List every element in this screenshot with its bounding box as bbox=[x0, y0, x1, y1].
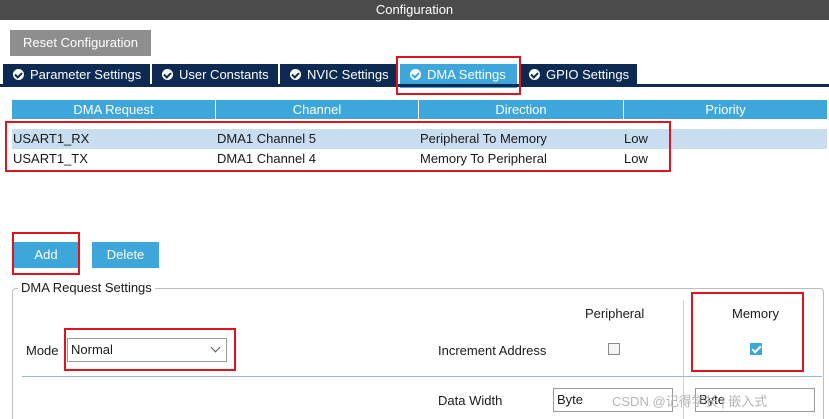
table-header: DMA Request Channel Direction Priority bbox=[12, 100, 827, 119]
check-circle-icon bbox=[162, 69, 173, 80]
table-row[interactable]: USART1_RX DMA1 Channel 5 Peripheral To M… bbox=[12, 129, 827, 149]
data-width-label: Data Width bbox=[438, 393, 503, 408]
mode-label: Mode bbox=[26, 343, 59, 358]
tab-label: NVIC Settings bbox=[307, 67, 389, 82]
check-circle-icon bbox=[529, 69, 540, 80]
check-circle-icon bbox=[290, 69, 301, 80]
memory-increment-checkbox[interactable] bbox=[750, 343, 762, 355]
check-circle-icon bbox=[13, 69, 24, 80]
tab-nvic-settings[interactable]: NVIC Settings bbox=[280, 64, 396, 86]
tab-strip-underline bbox=[0, 84, 829, 87]
table-row[interactable]: USART1_TX DMA1 Channel 4 Memory To Perip… bbox=[12, 149, 827, 169]
cell-priority: Low bbox=[624, 151, 648, 166]
settings-tabs: Parameter Settings User Constants NVIC S… bbox=[0, 64, 829, 88]
mode-select[interactable]: Normal bbox=[67, 338, 227, 362]
memory-header: Memory bbox=[732, 306, 779, 321]
cell-dma-request: USART1_RX bbox=[13, 131, 90, 146]
tab-label: User Constants bbox=[179, 67, 269, 82]
tab-user-constants[interactable]: User Constants bbox=[152, 64, 278, 86]
chevron-down-icon bbox=[210, 342, 221, 353]
tab-gpio-settings[interactable]: GPIO Settings bbox=[519, 64, 637, 86]
cell-channel: DMA1 Channel 5 bbox=[217, 131, 316, 146]
delete-button[interactable]: Delete bbox=[92, 242, 159, 268]
mode-select-value: Normal bbox=[71, 342, 113, 357]
peripheral-increment-checkbox[interactable] bbox=[608, 343, 620, 355]
column-header-dma-request[interactable]: DMA Request bbox=[12, 100, 216, 119]
settings-divider bbox=[22, 376, 822, 377]
watermark-text: CSDN @记得学长 | 嵌入式 bbox=[612, 394, 768, 409]
panel-legend: DMA Request Settings bbox=[18, 281, 155, 295]
tab-label: DMA Settings bbox=[427, 67, 506, 82]
reset-configuration-button[interactable]: Reset Configuration bbox=[10, 30, 151, 56]
tab-label: GPIO Settings bbox=[546, 67, 630, 82]
peripheral-header: Peripheral bbox=[585, 306, 645, 321]
check-circle-icon bbox=[410, 69, 421, 80]
column-header-channel[interactable]: Channel bbox=[216, 100, 419, 119]
add-button[interactable]: Add bbox=[14, 242, 78, 268]
cell-direction: Peripheral To Memory bbox=[420, 131, 547, 146]
peripheral-data-width-value: Byte bbox=[557, 392, 584, 407]
configuration-window: Configuration Reset Configuration Parame… bbox=[0, 0, 829, 419]
column-header-direction[interactable]: Direction bbox=[419, 100, 624, 119]
increment-address-label: Increment Address bbox=[438, 343, 547, 358]
cell-channel: DMA1 Channel 4 bbox=[217, 151, 316, 166]
cell-dma-request: USART1_TX bbox=[13, 151, 88, 166]
cell-priority: Low bbox=[624, 131, 648, 146]
cell-direction: Memory To Peripheral bbox=[420, 151, 547, 166]
window-title: Configuration bbox=[0, 0, 829, 20]
tab-parameter-settings[interactable]: Parameter Settings bbox=[3, 64, 150, 86]
tab-label: Parameter Settings bbox=[30, 67, 142, 82]
column-header-priority[interactable]: Priority bbox=[624, 100, 827, 119]
